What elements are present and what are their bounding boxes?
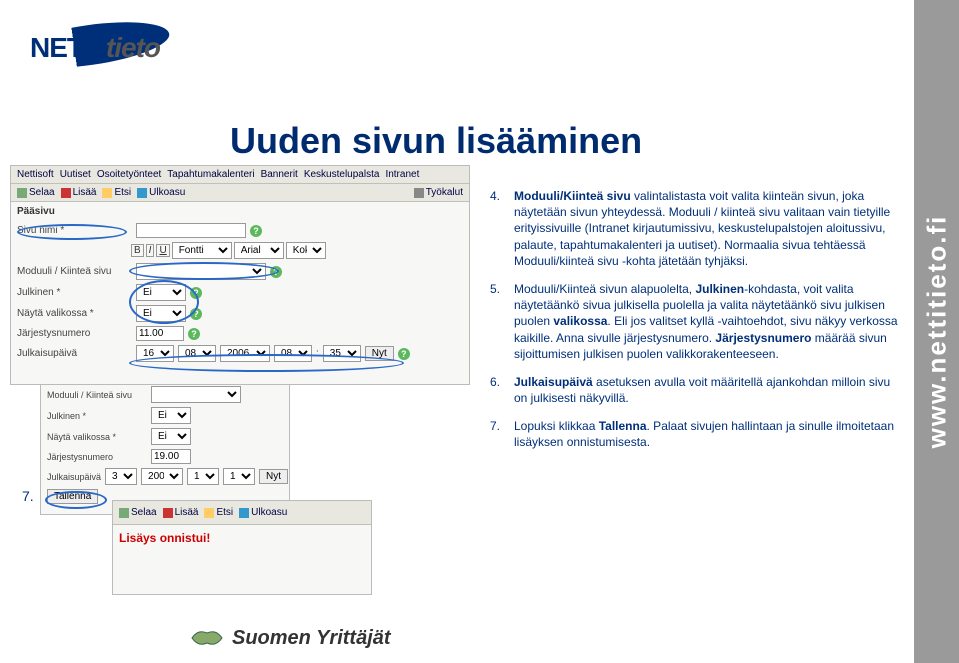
input-sivunimi[interactable] xyxy=(136,223,246,238)
save-button[interactable]: Tallenna xyxy=(47,489,98,504)
instruction-number: 6. xyxy=(490,374,514,406)
brand-url: www.nettitieto.fi xyxy=(921,215,952,449)
logo-part2: tieto xyxy=(106,32,160,63)
label-julkaisu: Julkaisupäivä xyxy=(17,348,132,359)
nav-item[interactable]: Nettisoft xyxy=(17,169,54,180)
tab-ulkoasu[interactable]: Ulkoasu xyxy=(239,507,287,518)
admin-screenshot-success: Selaa Lisää Etsi Ulkoasu Lisäys onnistui… xyxy=(112,500,372,595)
tab-etsi[interactable]: Etsi xyxy=(102,187,131,198)
label-sivunimi: Sivu nimi * xyxy=(17,225,132,236)
label-nayta: Näytä valikossa * xyxy=(17,308,132,319)
tab-etsi[interactable]: Etsi xyxy=(204,507,233,518)
form-section: Pääsivu xyxy=(11,202,469,221)
tab-selaa[interactable]: Selaa xyxy=(17,187,55,198)
label-moduuli: Moduuli / Kiinteä sivu xyxy=(47,390,147,400)
select-moduuli[interactable] xyxy=(136,263,266,280)
help-icon[interactable]: ? xyxy=(398,348,410,360)
nav-item[interactable]: Intranet xyxy=(385,169,419,180)
instruction-item: 4. Moduuli/Kiinteä sivu valintalistasta … xyxy=(490,188,900,269)
instruction-item: 7. Lopuksi klikkaa Tallenna. Palaat sivu… xyxy=(490,418,900,450)
input-jarjestys2[interactable] xyxy=(151,449,191,464)
nav-item[interactable]: Bannerit xyxy=(261,169,298,180)
size-select[interactable]: Arial xyxy=(234,242,284,259)
nav-item[interactable]: Tapahtumakalenteri xyxy=(167,169,254,180)
nav-item[interactable]: Keskustelupalsta xyxy=(304,169,380,180)
success-message: Lisäys onnistui! xyxy=(113,525,371,551)
instruction-list: 4. Moduuli/Kiinteä sivu valintalistasta … xyxy=(490,188,900,463)
logo-part1: NETTI xyxy=(30,32,106,63)
instruction-item: 6. Julkaisupäivä asetuksen avulla voit m… xyxy=(490,374,900,406)
color-select[interactable]: Koko xyxy=(286,242,326,259)
now-button[interactable]: Nyt xyxy=(365,346,394,361)
label-jarjestys: Järjestysnumero xyxy=(17,328,132,339)
instruction-number: 4. xyxy=(490,188,514,269)
select-nayta2[interactable]: Ei xyxy=(151,428,191,445)
instruction-text: Lopuksi klikkaa Tallenna. Palaat sivujen… xyxy=(514,418,900,450)
select-julkinen[interactable]: Ei xyxy=(136,284,186,301)
tab-lisaa[interactable]: Lisää xyxy=(163,507,199,518)
admin-screenshot-secondary: Riiminvaihdon saat painan Moduuli / Kiin… xyxy=(40,365,290,515)
footer-logo: Suomen Yrittäjät xyxy=(190,625,391,651)
now-button2[interactable]: Nyt xyxy=(259,469,288,484)
select-hour[interactable]: 08 xyxy=(274,345,312,362)
tab-ulkoasu[interactable]: Ulkoasu xyxy=(137,187,185,198)
select-moduuli2[interactable] xyxy=(151,386,241,403)
select-month[interactable]: 08 xyxy=(178,345,216,362)
nav-item[interactable]: Uutiset xyxy=(60,169,91,180)
label-julkinen: Julkinen * xyxy=(47,411,147,421)
label-julkaisu: Julkaisupäivä xyxy=(47,472,101,482)
tab-selaa[interactable]: Selaa xyxy=(119,507,157,518)
help-icon[interactable]: ? xyxy=(270,266,282,278)
instruction-number: 5. xyxy=(490,281,514,362)
instruction-text: Moduuli/Kiinteä sivu valintalistasta voi… xyxy=(514,188,900,269)
select-nayta[interactable]: Ei xyxy=(136,305,186,322)
handshake-icon xyxy=(190,625,224,651)
top-nav: Nettisoft Uutiset Osoitetyönteet Tapahtu… xyxy=(11,166,469,184)
font-select[interactable]: Fontti xyxy=(172,242,232,259)
page-title: Uuden sivun lisääminen xyxy=(230,120,642,162)
help-icon[interactable]: ? xyxy=(190,308,202,320)
sub-nav: Selaa Lisää Etsi Ulkoasu Työkalut xyxy=(11,184,469,202)
footer-logo-text: Suomen Yrittäjät xyxy=(232,627,391,650)
tab-lisaa[interactable]: Lisää xyxy=(61,187,97,198)
label-moduuli: Moduuli / Kiinteä sivu xyxy=(17,266,132,277)
select-julkinen2[interactable]: Ei xyxy=(151,407,191,424)
brand-sidebar: www.nettitieto.fi xyxy=(914,0,959,663)
select-day[interactable]: 16 xyxy=(136,345,174,362)
help-icon[interactable]: ? xyxy=(250,225,262,237)
instruction-text: Julkaisupäivä asetuksen avulla voit määr… xyxy=(514,374,900,406)
instruction-text: Moduuli/Kiinteä sivun alapuolelta, Julki… xyxy=(514,281,900,362)
select-min[interactable]: 35 xyxy=(323,345,361,362)
admin-screenshot-main: Nettisoft Uutiset Osoitetyönteet Tapahtu… xyxy=(10,165,470,385)
label-jarjestys: Järjestysnumero xyxy=(47,452,147,462)
sub-nav3: Selaa Lisää Etsi Ulkoasu xyxy=(113,501,371,525)
tab-tyokalut[interactable]: Työkalut xyxy=(414,187,463,198)
help-icon[interactable]: ? xyxy=(188,328,200,340)
label-nayta: Näytä valikossa * xyxy=(47,432,147,442)
brand-logo: NETTItieto xyxy=(10,10,190,80)
input-jarjestys[interactable] xyxy=(136,326,184,341)
select-year[interactable]: 2006 xyxy=(220,345,270,362)
nav-item[interactable]: Osoitetyönteet xyxy=(97,169,161,180)
instruction-item: 5. Moduuli/Kiinteä sivun alapuolelta, Ju… xyxy=(490,281,900,362)
help-icon[interactable]: ? xyxy=(190,287,202,299)
marker-7: 7. xyxy=(22,488,34,504)
label-julkinen: Julkinen * xyxy=(17,287,132,298)
instruction-number: 7. xyxy=(490,418,514,450)
